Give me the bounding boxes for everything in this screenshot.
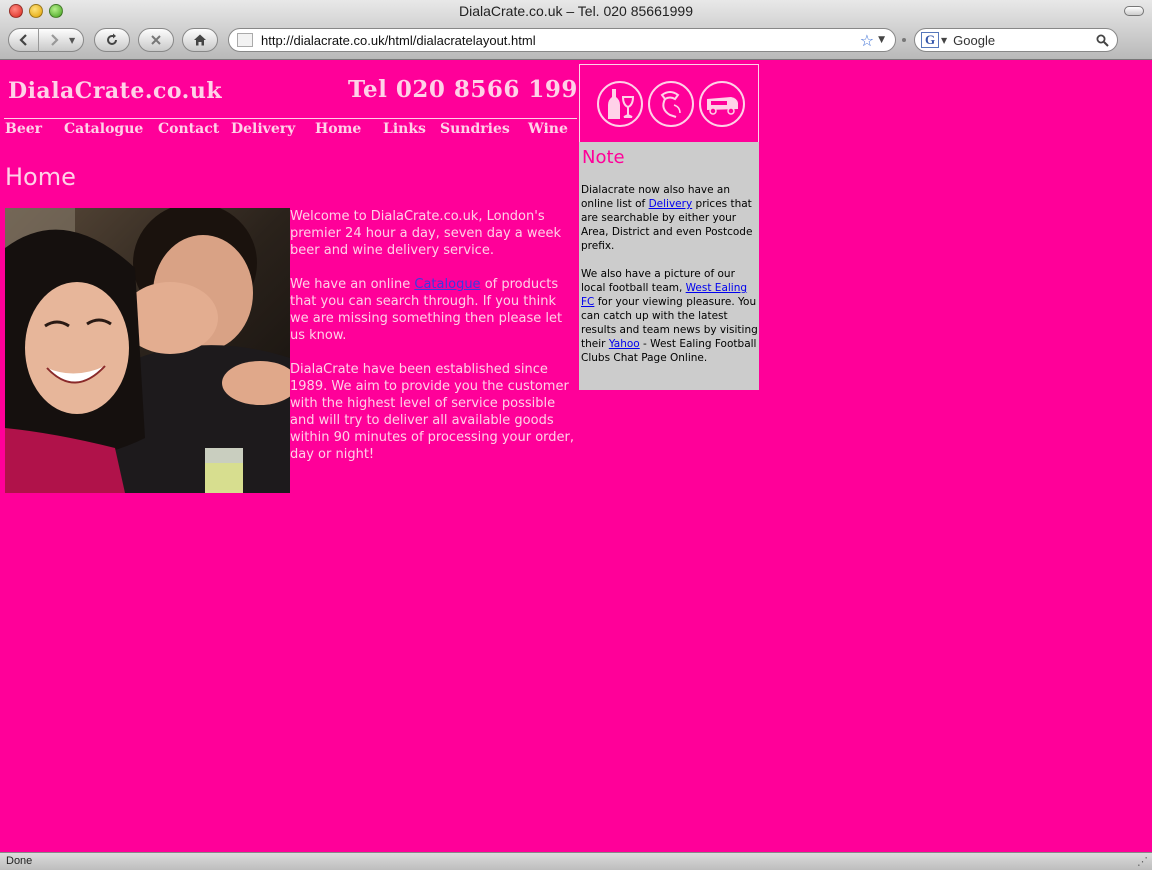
- url-text[interactable]: http://dialacrate.co.uk/html/dialacratel…: [261, 33, 860, 48]
- navigation-toolbar: ▼ http://dialacrate.co.uk/html/dialacrat…: [0, 22, 1152, 60]
- status-bar: Done ⋰: [0, 852, 1152, 870]
- status-text: Done: [6, 855, 33, 867]
- back-arrow-icon: [18, 34, 27, 46]
- welcome-paragraph: Welcome to DialaCrate.co.uk, London's pr…: [290, 209, 562, 258]
- catalogue-link[interactable]: Catalogue: [414, 277, 480, 292]
- delivery-van-icon-graphic: [707, 97, 738, 115]
- toolbar-separator: [902, 38, 906, 42]
- telephone-icon[interactable]: [648, 81, 694, 127]
- nav-contact[interactable]: Contact: [158, 121, 219, 137]
- established-paragraph: DialaCrate have been established since 1…: [290, 362, 575, 462]
- search-bar[interactable]: G ▼ Google: [914, 28, 1118, 52]
- home-icon: [194, 34, 206, 46]
- nav-beer[interactable]: Beer: [5, 121, 42, 137]
- nav-links[interactable]: Links: [383, 121, 426, 137]
- stop-button[interactable]: [138, 28, 174, 52]
- note-title: Note: [582, 147, 625, 168]
- reload-icon: [107, 33, 117, 45]
- history-dropdown-icon[interactable]: ▼: [69, 36, 75, 45]
- window-title: DialaCrate.co.uk – Tel. 020 85661999: [458, 3, 693, 19]
- address-bar[interactable]: http://dialacrate.co.uk/html/dialacratel…: [228, 28, 896, 52]
- reload-button[interactable]: [94, 28, 130, 52]
- search-input[interactable]: Google: [953, 33, 1096, 48]
- web-page: DialaCrate.co.uk Tel 020 8566 1999 Beer …: [0, 60, 1152, 852]
- page-title: Home: [5, 163, 76, 191]
- service-icons: [579, 64, 759, 142]
- nav-home[interactable]: Home: [315, 121, 361, 137]
- site-favicon-icon: [237, 33, 253, 47]
- delivery-van-icon[interactable]: [699, 81, 745, 127]
- stop-icon: [151, 35, 161, 45]
- magnifier-icon[interactable]: [1096, 34, 1109, 47]
- nav-wine[interactable]: Wine: [528, 121, 568, 137]
- note-sidebar: Note Dialacrate now also have an online …: [579, 64, 759, 390]
- back-forward-group: ▼: [8, 28, 84, 52]
- nav-catalogue[interactable]: Catalogue: [64, 121, 143, 137]
- bookmark-star-icon[interactable]: ☆: [860, 31, 874, 50]
- telephone-icon-graphic: [660, 91, 681, 118]
- welcome-text: Welcome to DialaCrate.co.uk, London's pr…: [290, 208, 576, 480]
- couple-laughing-photo: [5, 208, 290, 493]
- yahoo-link[interactable]: Yahoo: [609, 338, 640, 350]
- nav-delivery[interactable]: Delivery: [231, 121, 295, 137]
- title-bar: DialaCrate.co.uk – Tel. 020 85661999: [0, 0, 1152, 22]
- url-dropdown-icon[interactable]: ▼: [878, 35, 885, 45]
- photo-illustration: [5, 208, 290, 493]
- forward-button[interactable]: [39, 28, 69, 52]
- header-divider: [4, 118, 577, 119]
- browser-chrome: DialaCrate.co.uk – Tel. 020 85661999 ▼ h…: [0, 0, 1152, 60]
- main-nav: Beer Catalogue Contact Delivery Home Lin…: [0, 121, 578, 141]
- toolbar-toggle-button[interactable]: [1124, 6, 1144, 16]
- forward-arrow-icon: [51, 34, 59, 46]
- search-engine-icon[interactable]: G: [921, 32, 939, 48]
- home-button[interactable]: [182, 28, 218, 52]
- delivery-link[interactable]: Delivery: [649, 198, 693, 210]
- bottle-glass-icon[interactable]: [597, 81, 643, 127]
- nav-sundries[interactable]: Sundries: [440, 121, 510, 137]
- delivery-note: Dialacrate now also have an online list …: [581, 183, 759, 253]
- search-engine-dropdown-icon[interactable]: ▼: [941, 36, 947, 45]
- resize-grip-icon[interactable]: ⋰: [1137, 855, 1148, 868]
- catalogue-text-before: We have an online: [290, 277, 415, 292]
- note-body: Dialacrate now also have an online list …: [581, 183, 759, 379]
- bottle-glass-icon-graphic: [608, 89, 635, 119]
- back-button[interactable]: [9, 28, 39, 52]
- catalogue-paragraph: We have an online Catalogue of products …: [290, 276, 576, 344]
- telephone-number: Tel 020 8566 1999: [348, 76, 595, 103]
- football-note: We also have a picture of our local foot…: [581, 267, 759, 365]
- site-logo[interactable]: DialaCrate.co.uk: [8, 78, 222, 104]
